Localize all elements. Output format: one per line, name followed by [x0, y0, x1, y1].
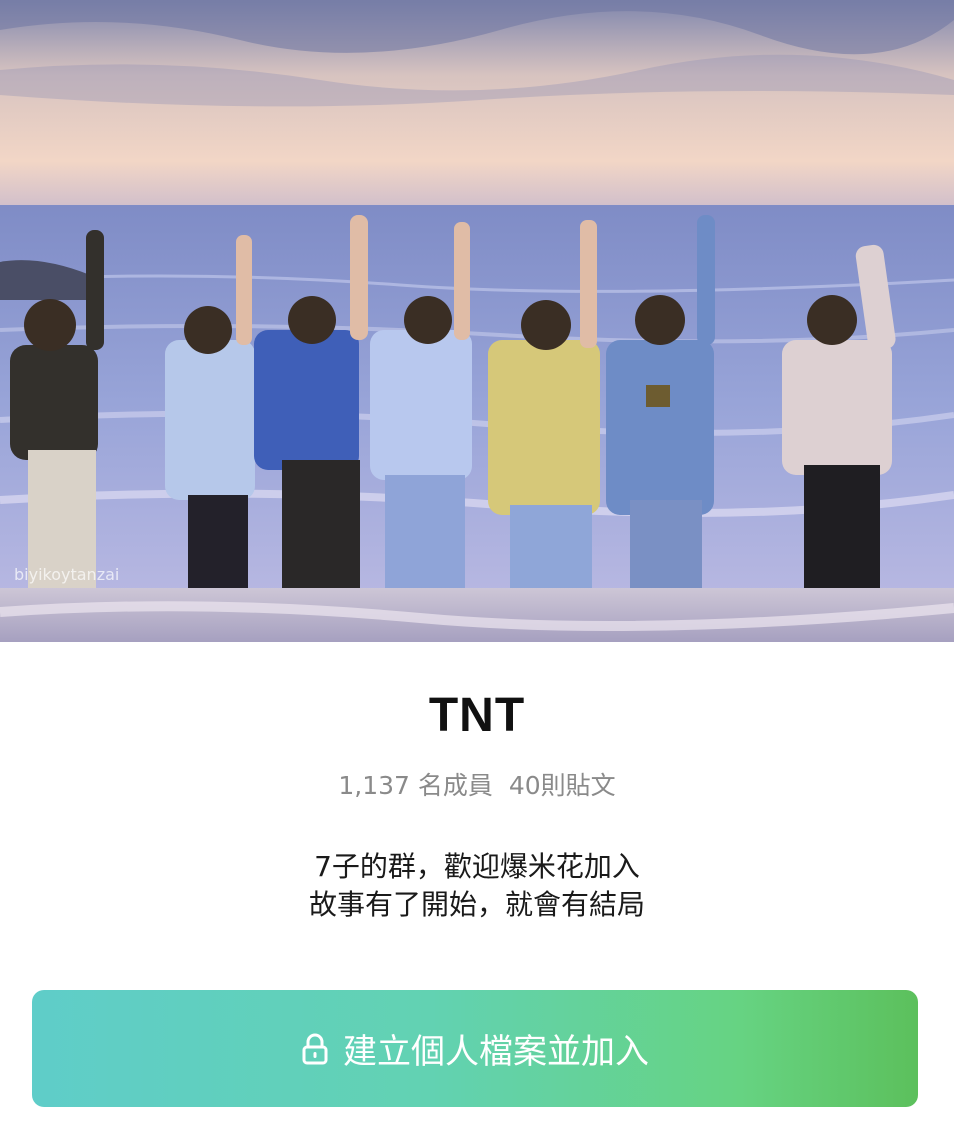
member-count: 1,137 名成員	[338, 771, 493, 800]
create-profile-and-join-button[interactable]: 建立個人檔案並加入	[32, 990, 918, 1107]
group-stats: 1,137 名成員 40則貼文	[0, 766, 954, 802]
description-line-1: 7子的群，歡迎爆米花加入	[314, 850, 640, 883]
description-line-2: 故事有了開始，就會有結局	[308, 888, 645, 921]
join-button-label: 建立個人檔案並加入	[343, 1032, 649, 1072]
post-count: 40則貼文	[508, 771, 616, 800]
lock-icon	[301, 1033, 329, 1065]
group-name: TNT	[428, 689, 526, 742]
cover-photo: biyikoytanzai	[0, 0, 954, 642]
group-description: 7子的群，歡迎爆米花加入 故事有了開始，就會有結局	[0, 848, 954, 924]
cover-watermark: biyikoytanzai	[14, 565, 119, 584]
